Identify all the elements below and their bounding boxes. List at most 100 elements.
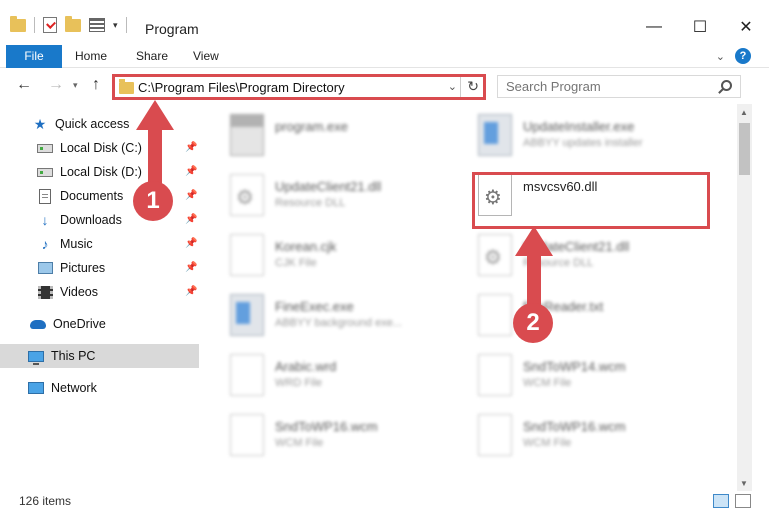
file-name: SndToWP16.wcm [523, 419, 626, 434]
file-icon [230, 354, 264, 396]
drive-icon [37, 140, 53, 156]
sidebar-item-onedrive[interactable]: OneDrive [0, 312, 199, 336]
music-icon: ♪ [41, 236, 49, 252]
file-icon [230, 234, 264, 276]
search-input[interactable] [506, 79, 706, 94]
list-item[interactable]: SndToWP16.wcm WCM File [478, 410, 718, 460]
file-type: WCM File [523, 377, 572, 389]
sidebar-item-label: Downloads [60, 213, 122, 227]
customize-toolbar-icon[interactable] [89, 18, 105, 32]
chevron-down-icon[interactable]: ▾ [113, 20, 118, 31]
expand-ribbon-icon[interactable]: ⌄ [716, 50, 725, 63]
exe-icon [478, 114, 512, 156]
window-controls: — ☐ ✕ [631, 14, 769, 40]
ribbon-controls: ⌄ ? [716, 48, 751, 64]
folder-icon [119, 79, 134, 94]
sidebar-item-label: This PC [51, 349, 96, 363]
list-item[interactable]: Arabic.wrd WRD File [230, 350, 470, 400]
maximize-button[interactable]: ☐ [677, 14, 723, 40]
properties-icon[interactable] [43, 17, 57, 33]
new-folder-icon[interactable] [65, 15, 81, 32]
documents-icon [37, 188, 53, 204]
file-type: CJK File [275, 257, 317, 269]
list-item[interactable]: Korean.cjk CJK File [230, 230, 470, 280]
file-icon [230, 414, 264, 456]
network-icon [28, 380, 44, 396]
list-item[interactable]: UpdateInstaller.exe ABBYY updates instal… [478, 110, 718, 160]
pin-icon[interactable]: 📌 [185, 286, 197, 297]
pin-icon[interactable]: 📌 [185, 238, 197, 249]
file-type: Resource DLL [275, 197, 346, 209]
dll-icon [478, 234, 512, 276]
file-name: Arabic.wrd [275, 359, 337, 374]
sidebar-item-label: OneDrive [53, 317, 106, 331]
search-icon[interactable] [721, 80, 732, 91]
sidebar-item-music[interactable]: ♪ Music 📌 [0, 232, 199, 256]
file-list: program.exe UpdateInstaller.exe ABBYY up… [202, 104, 736, 480]
chevron-down-icon[interactable]: ⌄ [448, 80, 457, 93]
view-toggle [713, 494, 751, 508]
tab-home[interactable]: Home [75, 45, 107, 68]
pin-icon[interactable]: 📌 [185, 262, 197, 273]
list-item[interactable]: SndToWP16.wcm WCM File [230, 410, 470, 460]
file-icon [478, 354, 512, 396]
file-type: WCM File [275, 437, 324, 449]
forward-arrow-icon[interactable]: → [48, 76, 64, 94]
file-type: ABBYY background exe... [275, 317, 402, 329]
sidebar-item-label: Music [60, 237, 93, 251]
folder-icon[interactable] [10, 15, 26, 32]
tab-file[interactable]: File [6, 45, 62, 68]
sidebar-item-this-pc[interactable]: This PC [0, 344, 199, 368]
title-bar: ▾ Program — ☐ ✕ [0, 0, 769, 40]
scroll-up-icon[interactable]: ▲ [740, 108, 748, 117]
pin-icon[interactable]: 📌 [185, 142, 197, 153]
dll-icon [230, 174, 264, 216]
tab-share[interactable]: Share [136, 45, 168, 68]
sidebar-item-network[interactable]: Network [0, 376, 199, 400]
refresh-icon[interactable]: ↻ [467, 78, 479, 95]
up-arrow-icon[interactable]: ↑ [92, 76, 100, 94]
sidebar-item-label: Quick access [55, 117, 130, 131]
divider [460, 77, 461, 97]
pin-icon[interactable]: 📌 [185, 166, 197, 177]
search-box[interactable] [497, 75, 741, 98]
file-name: UpdateClient21.dll [275, 179, 382, 194]
status-bar: 126 items [0, 490, 769, 514]
window-title: Program [145, 21, 199, 37]
scroll-thumb[interactable] [739, 123, 750, 175]
drive-icon [37, 164, 53, 180]
vertical-scrollbar[interactable]: ▲ ▼ [737, 104, 752, 491]
step-badge-1: 1 [133, 181, 173, 221]
list-item[interactable]: SndToWP14.wcm WCM File [478, 350, 718, 400]
sidebar-item-pictures[interactable]: Pictures 📌 [0, 256, 199, 280]
scroll-down-icon[interactable]: ▼ [740, 479, 748, 488]
highlight-box [472, 172, 710, 229]
pin-icon[interactable]: 📌 [185, 214, 197, 225]
file-icon [478, 294, 512, 336]
star-icon: ★ [33, 115, 47, 132]
close-button[interactable]: ✕ [723, 14, 769, 40]
cloud-icon [30, 316, 46, 332]
videos-icon [37, 284, 53, 300]
list-item[interactable]: FineExec.exe ABBYY background exe... [230, 290, 470, 340]
help-icon[interactable]: ? [735, 48, 751, 64]
file-name: SndToWP14.wcm [523, 359, 626, 374]
tab-view[interactable]: View [193, 45, 219, 68]
pin-icon[interactable]: 📌 [185, 190, 197, 201]
minimize-button[interactable]: — [631, 14, 677, 40]
exe-icon [230, 294, 264, 336]
file-name: FineExec.exe [275, 299, 354, 314]
list-item[interactable]: program.exe [230, 110, 470, 160]
file-type: ABBYY updates installer [523, 137, 643, 149]
back-arrow-icon[interactable]: ← [16, 76, 32, 94]
details-view-icon[interactable] [713, 494, 729, 508]
sidebar-item-videos[interactable]: Videos 📌 [0, 280, 199, 304]
ribbon-tabs: File Home Share View ⌄ ? [0, 45, 769, 68]
recent-locations-icon[interactable]: ▾ [73, 80, 78, 91]
list-item[interactable]: UpdateClient21.dll Resource DLL [230, 170, 470, 220]
sidebar-item-label: Network [51, 381, 97, 395]
file-name: SndToWP16.wcm [275, 419, 378, 434]
address-path[interactable]: C:\Program Files\Program Directory [138, 80, 345, 95]
large-icons-view-icon[interactable] [735, 494, 751, 508]
sidebar-item-label: Documents [60, 189, 124, 203]
